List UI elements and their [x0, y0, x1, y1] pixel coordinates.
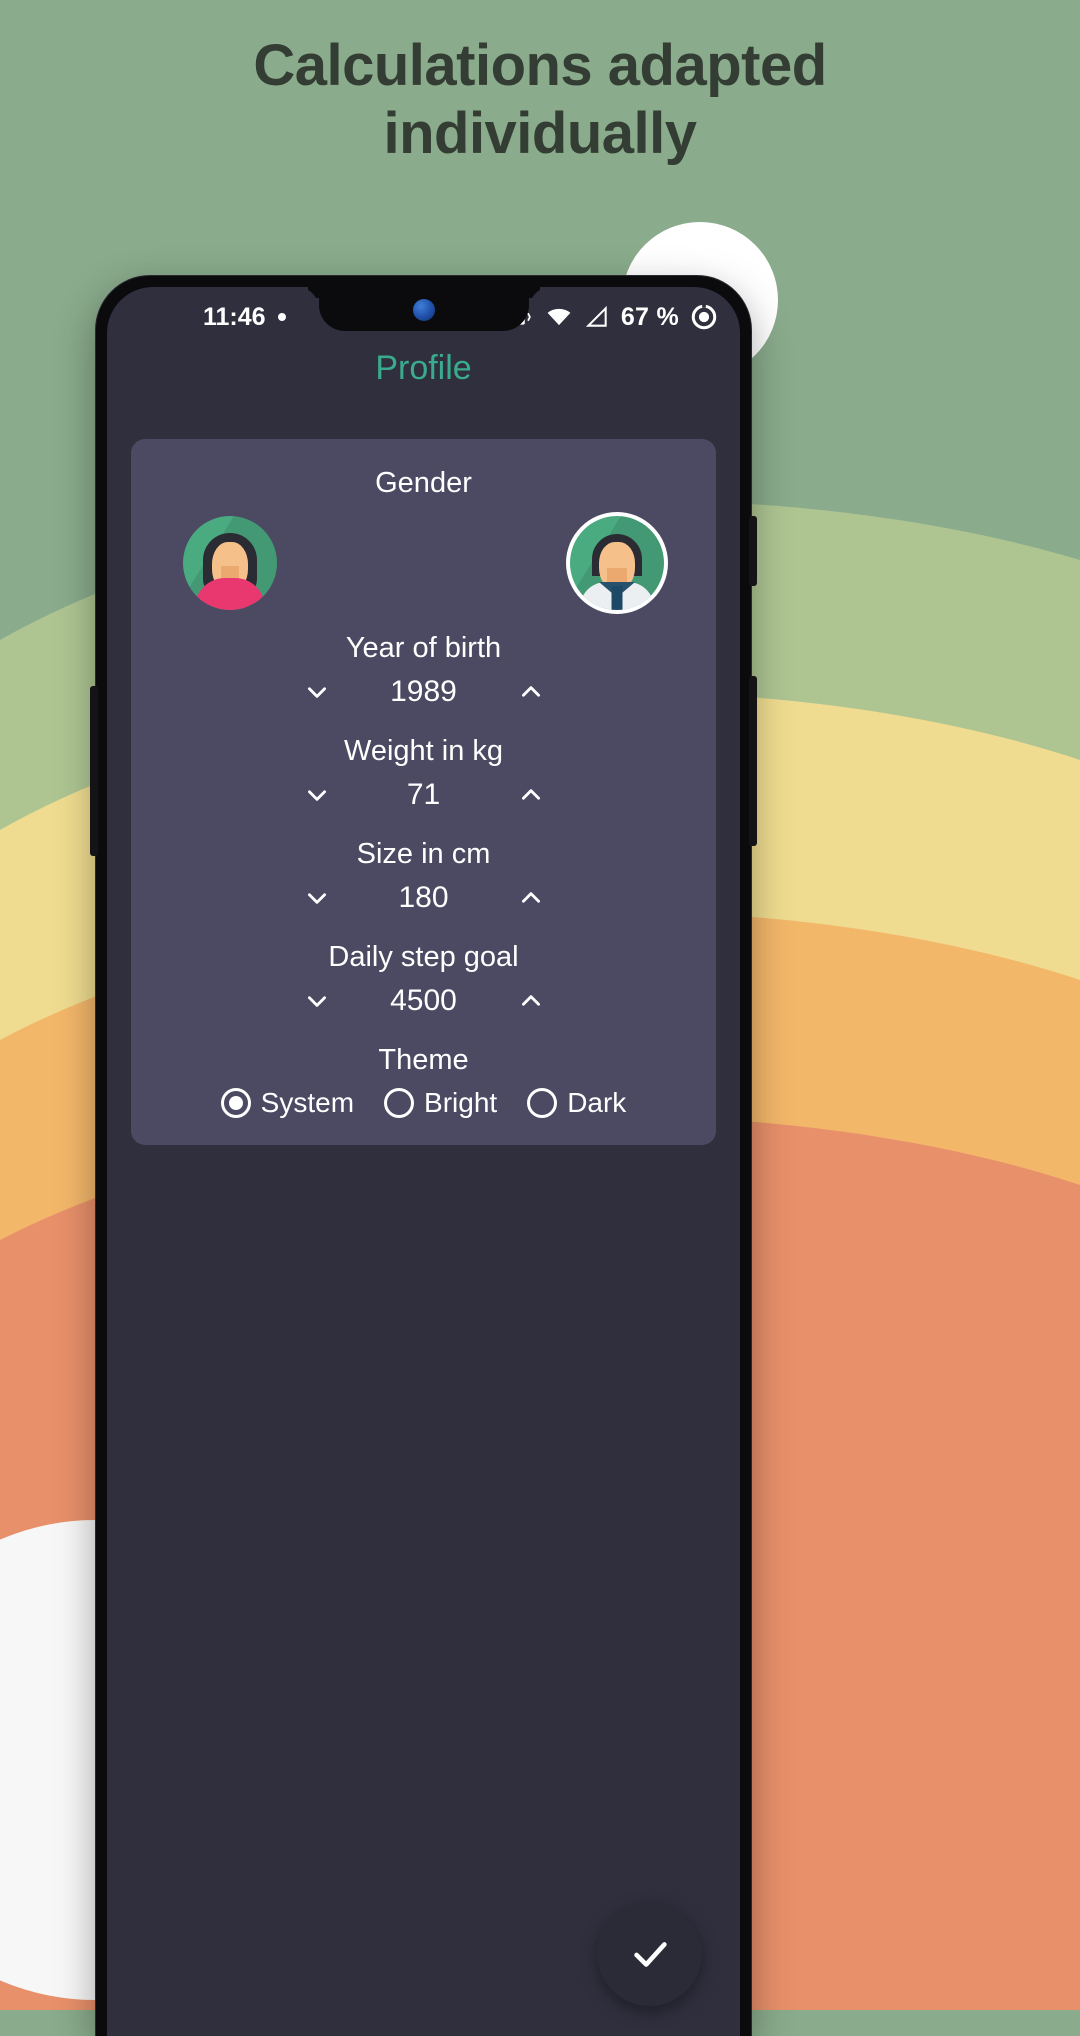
- cell-signal-icon: [584, 304, 610, 330]
- volume-button[interactable]: [90, 686, 98, 856]
- weight-stepper: 71: [149, 778, 698, 812]
- battery-percent-label: 67 %: [620, 302, 679, 331]
- status-bar-clock: 11:46: [203, 302, 266, 331]
- year-of-birth-increment-button[interactable]: [489, 679, 573, 705]
- theme-label: Theme: [378, 1044, 469, 1076]
- theme-option-bright[interactable]: Bright: [384, 1087, 497, 1119]
- promo-headline-line-1: Calculations adapted: [253, 33, 827, 98]
- size-value[interactable]: 180: [359, 881, 489, 915]
- year-of-birth-stepper: 1989: [149, 675, 698, 709]
- weight-increment-button[interactable]: [489, 782, 573, 808]
- daily-step-goal-label: Daily step goal: [328, 941, 519, 973]
- weight-value[interactable]: 71: [359, 778, 489, 812]
- side-button[interactable]: [749, 676, 757, 846]
- theme-option-bright-label: Bright: [424, 1087, 498, 1118]
- weight-decrement-button[interactable]: [275, 782, 359, 808]
- size-decrement-button[interactable]: [275, 885, 359, 911]
- radio-unselected-icon[interactable]: [384, 1088, 415, 1118]
- notification-dot-icon: [277, 313, 286, 321]
- daily-step-goal-value[interactable]: 4500: [359, 984, 489, 1018]
- theme-option-system-label: System: [260, 1087, 355, 1118]
- daily-step-goal-increment-button[interactable]: [489, 988, 573, 1014]
- gender-label: Gender: [375, 467, 472, 499]
- theme-radio-group: System Bright Dark: [149, 1087, 698, 1119]
- check-icon: [633, 1941, 667, 1967]
- size-label: Size in cm: [356, 838, 491, 870]
- theme-option-dark[interactable]: Dark: [527, 1087, 626, 1119]
- year-of-birth-label: Year of birth: [345, 632, 502, 664]
- gender-selector: [149, 516, 698, 610]
- theme-option-system[interactable]: System: [220, 1087, 355, 1119]
- female-avatar[interactable]: [183, 516, 277, 610]
- promo-headline-line-2: individually: [383, 101, 697, 167]
- year-of-birth-value[interactable]: 1989: [359, 675, 489, 709]
- page-title: Profile: [375, 349, 472, 387]
- daily-step-goal-decrement-button[interactable]: [275, 988, 359, 1014]
- phone-mockup: 11:46 67 % Profile Gender Year of birth …: [90, 276, 757, 2036]
- size-stepper: 180: [149, 881, 698, 915]
- male-avatar[interactable]: [570, 516, 664, 610]
- weight-label: Weight in kg: [343, 735, 504, 767]
- radio-unselected-icon[interactable]: [527, 1088, 558, 1118]
- year-of-birth-decrement-button[interactable]: [275, 679, 359, 705]
- tie-shape: [611, 586, 623, 610]
- daily-step-goal-stepper: 4500: [149, 984, 698, 1018]
- battery-circle-icon: [690, 303, 718, 331]
- profile-card: Gender Year of birth 1989 Weight in kg 7…: [131, 439, 716, 1145]
- phone-screen: 11:46 67 % Profile Gender Year of birth …: [107, 287, 740, 2036]
- radio-selected-icon[interactable]: [220, 1088, 251, 1118]
- theme-option-dark-label: Dark: [567, 1087, 627, 1118]
- front-camera: [412, 299, 435, 321]
- power-button[interactable]: [749, 516, 757, 586]
- save-fab-button[interactable]: [597, 1901, 702, 2006]
- size-increment-button[interactable]: [489, 885, 573, 911]
- promo-headline: Calculations adapted individually: [0, 32, 1080, 169]
